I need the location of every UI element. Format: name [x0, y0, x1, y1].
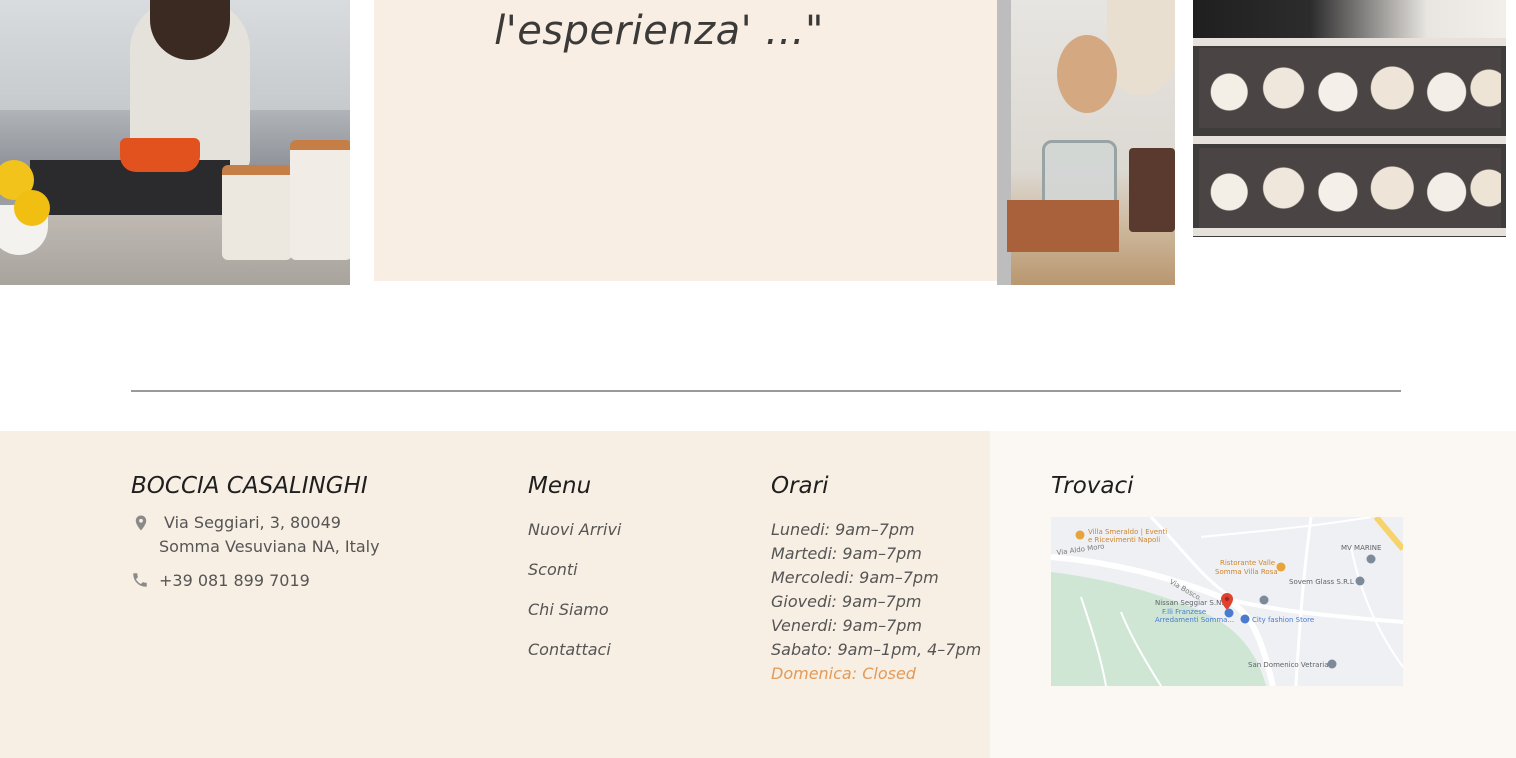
map-label-franzese-1: F.lli Franzese — [1162, 608, 1206, 616]
menu-link-sconti[interactable]: Sconti — [528, 560, 578, 579]
quote-text: l'esperienza' ..." — [494, 8, 824, 54]
hours-friday: Venerdi: 9am–7pm — [771, 616, 922, 635]
map-pin-icon — [135, 515, 147, 531]
footer-brand-title: BOCCIA CASALINGHI — [131, 473, 368, 499]
site-footer: BOCCIA CASALINGHI Via Seggiari, 3, 80049… — [0, 431, 1516, 758]
map-label-mv-marine: MV MARINE — [1341, 544, 1381, 552]
map-label-sovem: Sovem Glass S.R.L — [1289, 578, 1354, 586]
location-map[interactable]: Villa Smeraldo | Eventi e Ricevimenti Na… — [1051, 517, 1403, 686]
menu-link-contattaci[interactable]: Contattaci — [528, 640, 611, 659]
footer-menu-title: Menu — [528, 473, 592, 499]
map-label-san-domenico: San Domenico Vetraria — [1248, 661, 1329, 669]
map-label-city-fashion: City fashion Store — [1252, 616, 1314, 624]
menu-link-chi-siamo[interactable]: Chi Siamo — [528, 600, 609, 619]
hours-thursday: Giovedi: 9am–7pm — [771, 592, 922, 611]
footer-hours-title: Orari — [771, 473, 829, 499]
phone-link[interactable]: +39 081 899 7019 — [159, 571, 310, 590]
menu-link-nuovi-arrivi[interactable]: Nuovi Arrivi — [528, 520, 621, 539]
hours-tuesday: Martedi: 9am–7pm — [771, 544, 922, 563]
map-label-franzese-2: Arredamenti Somma... — [1155, 616, 1234, 624]
hours-wednesday: Mercoledi: 9am–7pm — [771, 568, 939, 587]
hours-monday: Lunedi: 9am–7pm — [771, 520, 915, 539]
map-label-ristorante-1: Ristorante Valle — [1220, 559, 1275, 567]
address-line-1: Via Seggiari, 3, 80049 — [164, 513, 341, 532]
hours-saturday: Sabato: 9am–1pm, 4–7pm — [771, 640, 982, 659]
map-label-ristorante-2: Somma Villa Rosa — [1215, 568, 1278, 576]
utensils-photo — [997, 0, 1175, 285]
map-label-villa-1: Villa Smeraldo | Eventi — [1088, 528, 1167, 536]
map-label-nissan: Nissan Seggiar S.N.C — [1155, 599, 1229, 607]
section-divider — [131, 390, 1401, 392]
phone-icon — [133, 573, 147, 587]
kitchen-photo — [0, 0, 350, 285]
quote-panel: l'esperienza' ..." — [374, 0, 997, 281]
footer-find-title: Trovaci — [1051, 473, 1134, 499]
address-line-2: Somma Vesuviana NA, Italy — [159, 537, 380, 556]
dishes-photo — [1193, 0, 1506, 237]
hours-sunday: Domenica: Closed — [771, 664, 916, 683]
